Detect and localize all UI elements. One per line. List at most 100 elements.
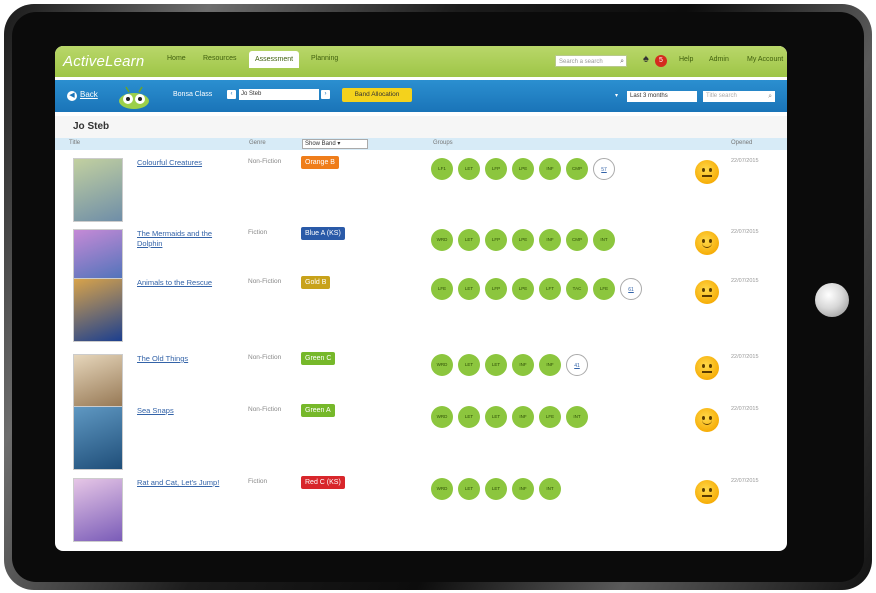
prev-student-button[interactable]: ‹ [227,90,236,99]
group-chip[interactable]: INT [539,478,561,500]
group-chip[interactable]: LET [458,278,480,300]
group-chip[interactable]: LET [485,354,507,376]
app-screen: ActiveLearn Home Resources Assessment Pl… [55,46,787,551]
notification-badge[interactable]: 5 [655,55,667,67]
happy-face-icon[interactable] [695,231,719,255]
neutral-face-icon[interactable] [695,356,719,380]
book-title-link[interactable]: Rat and Cat, Let's Jump! [137,478,237,488]
group-chip[interactable]: TAC [566,278,588,300]
group-chip[interactable]: INF [512,354,534,376]
nav-home[interactable]: Home [167,55,186,62]
group-chips: LF1 LET LFP LPE INF CMP 57 [431,158,615,180]
group-chip[interactable]: WRD [431,406,453,428]
book-title-link[interactable]: Sea Snaps [137,406,237,416]
student-select-value: Jo Steb [241,91,262,97]
next-student-button[interactable]: › [321,90,330,99]
more-groups-link[interactable]: 57 [593,158,615,180]
group-chip[interactable]: WRD [431,478,453,500]
band-allocation-button[interactable]: Band Allocation [342,88,412,102]
group-chip[interactable]: CMP [566,229,588,251]
col-genre[interactable]: Genre [249,140,266,146]
group-chip[interactable]: INT [593,229,615,251]
group-chip[interactable]: WRD [431,354,453,376]
group-chip[interactable]: LFE [431,278,453,300]
group-chip[interactable]: INF [539,158,561,180]
group-chip[interactable]: LET [485,406,507,428]
search-icon[interactable]: ⌕ [768,91,772,102]
group-chip[interactable]: LFP [485,278,507,300]
date-filter-value: Last 3 months [630,93,668,99]
my-account-link[interactable]: My Account [747,56,783,63]
student-select[interactable]: Jo Steb [239,89,319,100]
group-chip[interactable]: LF1 [431,158,453,180]
more-groups-link[interactable]: 61 [620,278,642,300]
group-chip[interactable]: LET [458,354,480,376]
group-chip[interactable]: LET [458,158,480,180]
date-filter-select[interactable]: Last 3 months [627,91,697,102]
bell-icon[interactable]: ♠ [643,53,649,65]
book-band-badge: Blue A (KS) [301,227,345,240]
group-chip[interactable]: INF [512,478,534,500]
neutral-face-icon[interactable] [695,480,719,504]
book-title-link[interactable]: Colourful Creatures [137,158,237,168]
home-button[interactable] [815,283,849,317]
more-groups-link[interactable]: 41 [566,354,588,376]
group-chip[interactable]: INF [539,229,561,251]
group-chip[interactable]: CMP [566,158,588,180]
book-title-link[interactable]: The Mermaids and the Dolphin [137,229,237,249]
group-chip[interactable]: LET [458,229,480,251]
group-chip[interactable]: INF [539,354,561,376]
group-chip[interactable]: LET [485,478,507,500]
group-chip[interactable]: WRD [431,229,453,251]
group-chip[interactable]: LPE [512,278,534,300]
book-title-link[interactable]: Animals to the Rescue [137,278,237,288]
neutral-face-icon[interactable] [695,160,719,184]
back-arrow-icon: ◀ [67,91,77,101]
nav-assessment[interactable]: Assessment [249,51,300,68]
book-band-badge: Orange B [301,156,339,169]
group-chips: LFE LET LFP LPE LFT TAC LFE 61 [431,278,642,300]
back-label: Back [80,90,98,99]
book-band-badge: Green C [301,352,336,365]
toolbar: ◀ Back Bonsa Class ‹ Jo Steb › Band Alloc… [55,80,787,112]
opened-date: 22/07/2015 [731,158,759,164]
group-chip[interactable]: INT [566,406,588,428]
col-groups: Groups [433,140,453,146]
group-chip[interactable]: LFE [593,278,615,300]
nav-planning[interactable]: Planning [311,55,338,62]
band-filter-select[interactable]: Show Band ▾ [302,139,368,149]
opened-date: 22/07/2015 [731,478,759,484]
title-search-input[interactable]: Title search ⌕ [703,91,775,102]
book-cover[interactable] [73,278,123,342]
app-logo[interactable]: ActiveLearn [63,53,144,70]
book-cover[interactable] [73,158,123,222]
neutral-face-icon[interactable] [695,280,719,304]
site-search-placeholder: Search a search [559,59,603,65]
book-cover[interactable] [73,406,123,470]
happy-face-icon[interactable] [695,408,719,432]
group-chip[interactable]: LFE [539,406,561,428]
help-link[interactable]: Help [679,56,693,63]
title-search-placeholder: Title search [706,93,737,99]
book-band-badge: Green A [301,404,335,417]
col-title[interactable]: Title [69,140,80,146]
group-chip[interactable]: LET [458,406,480,428]
group-chip[interactable]: LFT [539,278,561,300]
group-chip[interactable]: LFP [485,229,507,251]
nav-resources[interactable]: Resources [203,55,236,62]
group-chip[interactable]: LFP [485,158,507,180]
group-chip[interactable]: LPE [512,229,534,251]
group-chip[interactable]: INF [512,406,534,428]
book-title-link[interactable]: The Old Things [137,354,237,364]
group-chip[interactable]: LET [458,478,480,500]
search-icon[interactable]: ⌕ [620,56,624,68]
col-opened[interactable]: Opened [731,140,752,146]
site-search-input[interactable]: Search a search ⌕ [555,55,627,67]
book-band-badge: Red C (KS) [301,476,345,489]
group-chip[interactable]: LPE [512,158,534,180]
book-band-badge: Gold B [301,276,331,289]
back-button[interactable]: ◀ Back [67,90,98,101]
group-chips: WRD LET LFP LPE INF CMP INT [431,229,615,251]
book-cover[interactable] [73,478,123,542]
admin-link[interactable]: Admin [709,56,729,63]
